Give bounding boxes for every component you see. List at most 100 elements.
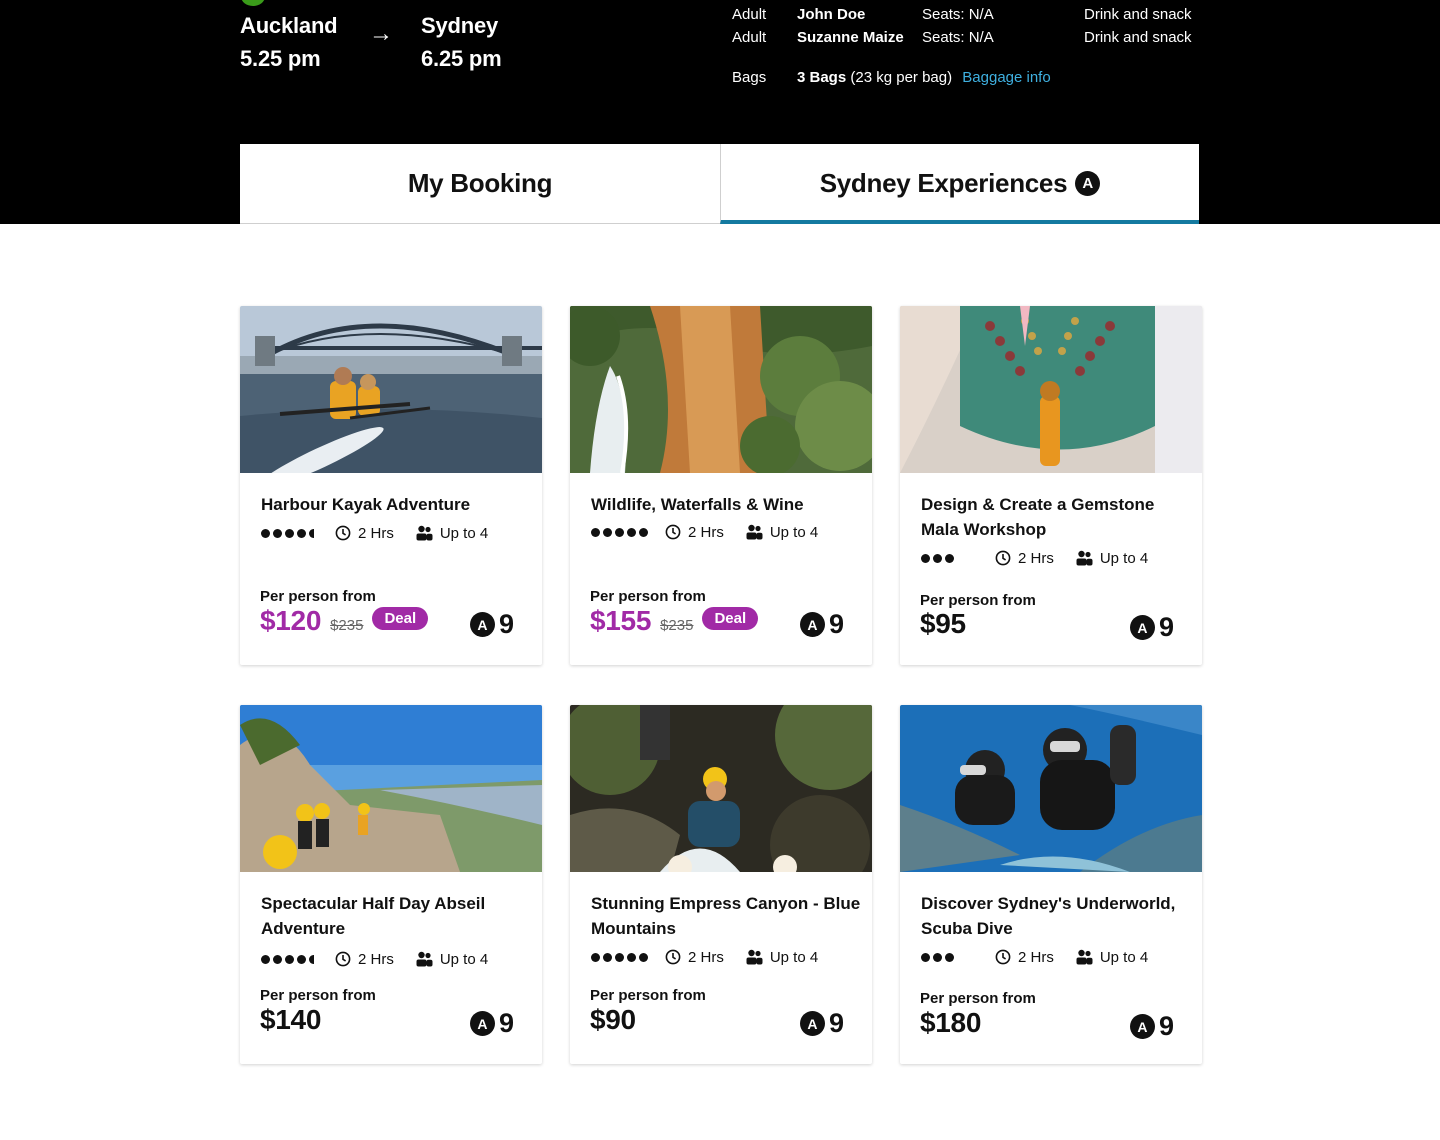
gemstone-mala-photo [900,306,1202,473]
airpoints-value: 9 [1158,612,1174,642]
airpoints-icon: A [469,1011,495,1036]
abseil-photo [240,705,542,872]
waterfall-photo [570,306,872,473]
rating-dots [261,528,335,538]
per-person-label: Per person from [920,592,1036,609]
tab-my-booking[interactable]: My Booking [240,144,720,224]
rating-dots [261,954,335,964]
passenger-type: Adult [732,6,767,23]
airpoints-value: 9 [828,609,844,639]
group-size-icon [1076,949,1093,965]
canyon-photo [570,705,872,872]
airpoints-icon: A [799,612,825,637]
baggage-info-link[interactable]: Baggage info [962,69,1050,86]
experience-meta: 2 Hrs Up to 4 [261,949,510,969]
rating-dots [921,952,995,962]
experience-card[interactable]: Wildlife, Waterfalls & Wine 2 Hrs Up to … [570,306,872,665]
airpoints: A 9 [799,1008,844,1039]
price: $140 [260,1004,322,1035]
per-person-label: Per person from [590,588,706,605]
airpoints: A 9 [799,609,844,640]
rating-dots [921,553,995,563]
airpoints: A 9 [1129,1011,1174,1042]
passenger-meal: Drink and snack [1084,6,1192,23]
group-size-icon [746,524,763,540]
deal-badge: Deal [702,606,759,630]
airpoints-icon: A [799,1011,825,1036]
airpoints-icon: A [469,612,495,637]
group-size-icon [416,525,433,541]
group-size-icon [746,949,763,965]
bags-label: Bags [732,69,767,86]
per-person-label: Per person from [590,987,706,1004]
airpoints-icon: A [1075,170,1101,196]
experience-title: Design & Create a Gemstone Mala Workshop [921,495,1155,539]
group-size: Up to 4 [1099,948,1149,966]
departure-time: 5.25 pm [240,46,321,71]
price-row: $140 [260,1004,321,1036]
experience-title: Harbour Kayak Adventure [261,495,471,514]
airpoints-icon: A [1129,1014,1155,1039]
price: $95 [920,608,966,639]
experience-card[interactable]: Design & Create a Gemstone Mala Workshop… [900,306,1202,665]
tab-label: My Booking [407,168,553,198]
origin-city: Auckland [240,13,338,38]
group-size: Up to 4 [1099,549,1149,567]
group-size: Up to 4 [439,950,489,968]
duration: 2 Hrs [1018,549,1054,567]
price: $120 [260,605,322,636]
price-row: $120 $235 Deal [260,605,429,637]
passenger-seats: Seats: N/A [922,29,994,46]
group-size-icon [1076,550,1093,566]
kayak-photo [240,306,542,473]
experience-title: Spectacular Half Day Abseil Adventure [261,894,486,938]
bags-summary: 3 Bags (23 kg per bag) Baggage info [797,69,1051,86]
passenger-type: Adult [732,29,767,46]
group-size: Up to 4 [769,948,819,966]
experience-card[interactable]: Stunning Empress Canyon - Blue Mountains… [570,705,872,1064]
experience-card[interactable]: Harbour Kayak Adventure 2 Hrs Up to 4 Pe… [240,306,542,665]
original-price: $235 [660,617,694,634]
experience-title: Stunning Empress Canyon - Blue Mountains [591,894,861,938]
price: $155 [590,605,652,636]
airpoints: A 9 [1129,612,1174,643]
experience-title: Wildlife, Waterfalls & Wine [591,495,804,514]
per-person-label: Per person from [260,588,376,605]
duration: 2 Hrs [358,524,394,542]
clock-icon [995,949,1011,965]
clock-icon [335,951,351,967]
group-size: Up to 4 [769,523,819,541]
experience-meta: 2 Hrs Up to 4 [921,947,1170,967]
scuba-photo [900,705,1202,872]
airpoints-icon: A [1129,615,1155,640]
clock-icon [335,525,351,541]
per-person-label: Per person from [260,987,376,1004]
rating-dots [591,527,665,537]
price-row: $180 [920,1007,981,1039]
group-size-icon [416,951,433,967]
clock-icon [665,524,681,540]
tab-sydney-experiences[interactable]: Sydney Experiences A [720,144,1199,224]
airpoints: A 9 [469,1008,514,1039]
experience-meta: 2 Hrs Up to 4 [261,523,510,543]
price: $90 [590,1004,636,1035]
rating-dots [591,952,665,962]
duration: 2 Hrs [688,523,724,541]
arrow-right-icon: → [369,20,393,47]
experience-card[interactable]: Discover Sydney's Underworld, Scuba Dive… [900,705,1202,1064]
destination-city: Sydney [421,13,499,38]
deal-badge: Deal [372,606,429,630]
duration: 2 Hrs [688,948,724,966]
tab-label: Sydney Experiences [819,167,1068,198]
experience-card[interactable]: Spectacular Half Day Abseil Adventure 2 … [240,705,542,1064]
price-row: $95 [920,608,966,640]
price-row: $90 [590,1004,636,1036]
clock-icon [665,949,681,965]
price-row: $155 $235 Deal [590,605,759,637]
original-price: $235 [330,617,364,634]
duration: 2 Hrs [358,950,394,968]
experience-meta: 2 Hrs Up to 4 [591,947,840,967]
airpoints-value: 9 [498,1008,514,1038]
group-size: Up to 4 [439,524,489,542]
airpoints-value: 9 [1158,1011,1174,1041]
